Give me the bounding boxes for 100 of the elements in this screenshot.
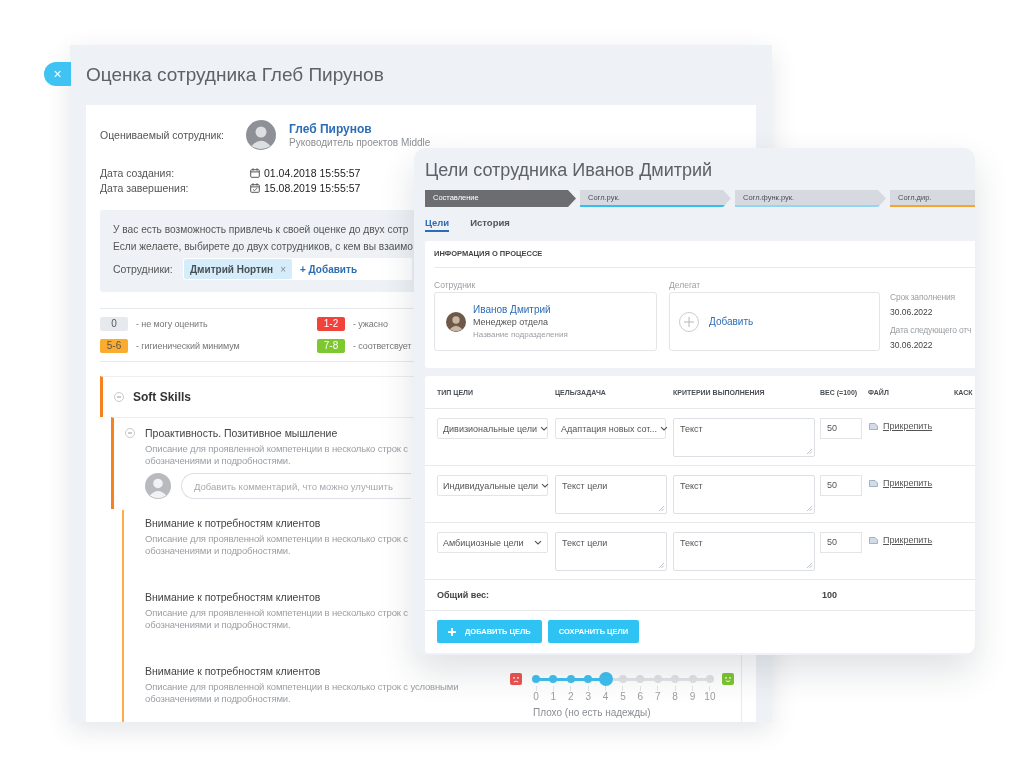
weight-field[interactable]: 50 <box>820 532 862 553</box>
scale-number: 2 <box>568 691 574 703</box>
slider-thumb[interactable] <box>598 672 613 686</box>
criteria-field[interactable]: Текст <box>673 475 815 514</box>
scale-number: 4 <box>602 691 609 703</box>
resize-grip-icon <box>806 562 813 569</box>
score-badge: 0 <box>100 317 128 331</box>
scale-dot-icon <box>636 675 645 683</box>
field-label: Оцениваемый сотрудник: <box>100 129 225 141</box>
window-title: Оценка сотрудника Глеб Пирунов <box>86 63 384 87</box>
chevron-icon <box>541 483 550 488</box>
date-label: Дата следующего отч <box>890 325 972 335</box>
attach-link[interactable]: Прикрепить <box>883 421 933 431</box>
weight-field[interactable]: 50 <box>820 418 862 439</box>
chevron-icon <box>540 426 548 431</box>
invite-message: У вас есть возможность привлечь к своей оценке до двух сотр Если желаете, выбирете до двух сотрудников, с кем вы взаимо <box>113 223 413 254</box>
competency-description: Описание для проявленной компетенции в несколько строк с условными обозначениями и подробностями. <box>145 681 459 705</box>
calendar-icon <box>250 167 260 178</box>
scale-number: 8 <box>672 691 678 703</box>
scale-dot-icon <box>671 675 680 683</box>
goal-type-select[interactable]: Дивизиональные цели <box>437 418 548 439</box>
collapse-icon[interactable] <box>114 392 124 402</box>
resize-grip-icon <box>658 562 665 569</box>
employee-department: Название подразделения <box>473 328 568 341</box>
employee-name-link[interactable]: Иванов Дмитрий <box>473 302 551 316</box>
scale-dot-icon <box>549 675 558 683</box>
weight-field[interactable]: 50 <box>820 475 862 496</box>
add-circle-icon[interactable] <box>679 311 699 332</box>
goal-select[interactable]: Адаптация новых сот... <box>555 418 666 439</box>
date-value: 15.08.2019 15:55:57 <box>264 181 361 194</box>
scale-number: 0 <box>533 691 539 703</box>
tab[interactable]: Цели <box>425 215 450 232</box>
file-icon <box>869 536 878 544</box>
chevron-icon <box>660 426 668 431</box>
competency-title: Внимание к потребностям клиентов <box>145 516 321 530</box>
competency-title: Проактивность. Позитивное мышление <box>145 426 338 440</box>
scale-number: 5 <box>620 691 626 703</box>
score-badge: 7-8 <box>317 339 345 353</box>
section-title: Soft Skills <box>133 390 191 404</box>
scale-dot-icon <box>706 675 714 683</box>
goal-type-select[interactable]: Индивидуальные цели <box>437 475 548 496</box>
date-label: Дата создания: <box>100 166 176 179</box>
competency-description: Описание для проявленной компетенции в несколько строк с обозначениями и подробностями. <box>145 607 408 631</box>
scale-dot-icon <box>688 675 697 683</box>
comment-field[interactable]: Добавить комментарий, что можно улучшить <box>181 473 411 499</box>
attach-link[interactable]: Прикрепить <box>883 535 933 545</box>
scale-number: 9 <box>689 691 696 703</box>
collapse-icon[interactable] <box>125 428 135 438</box>
add-link[interactable]: + Добавить <box>300 263 358 275</box>
scale-number: 3 <box>585 691 591 703</box>
date-value: 30.06.2022 <box>890 340 933 350</box>
employee-role: Руководитель проектов Middle <box>289 136 431 149</box>
employee-position: Менеджер отдела <box>473 315 548 329</box>
scale-number: 6 <box>637 691 644 703</box>
goal-field[interactable]: Текст цели <box>555 532 667 571</box>
competency-title: Внимание к потребностям клиентов <box>145 664 321 678</box>
rating-caption: Плохо (но есть надежды) <box>533 707 651 718</box>
date-label: Срок заполнения <box>890 292 955 302</box>
scale-dot-icon <box>619 675 627 683</box>
field-label: Делегат <box>669 280 702 290</box>
scale-dot-icon <box>532 675 540 683</box>
scale-number: 1 <box>550 691 557 703</box>
goal-field[interactable]: Текст цели <box>555 475 667 514</box>
happy-face-icon <box>722 673 734 685</box>
resize-grip-icon <box>806 448 813 455</box>
scale-dot-icon <box>653 675 662 683</box>
goal-type-select[interactable]: Амбициозные цели <box>437 532 548 553</box>
legend-label: - не могу оценить <box>136 319 208 329</box>
total-value: 100 <box>821 590 838 600</box>
field-label: Сотрудники: <box>113 263 174 275</box>
add-delegate-link[interactable]: Добавить <box>709 316 754 327</box>
employee-name: Дмитрий Нортин <box>190 263 274 275</box>
window-title: Цели сотрудника Иванов Дмитрий <box>425 159 713 182</box>
competency-title: Внимание к потребностям клиентов <box>145 590 321 604</box>
scale-dot-icon <box>584 675 593 683</box>
avatar-icon <box>145 473 171 499</box>
resize-grip-icon <box>806 505 813 512</box>
legend-label: - соответсвует <box>353 341 412 351</box>
chevron-icon <box>534 540 542 545</box>
date-label: Дата завершения: <box>100 181 190 194</box>
field-label: Сотрудник <box>434 280 477 290</box>
date-value: 01.04.2018 15:55:57 <box>264 166 361 179</box>
employees-field[interactable]: Дмитрий Нортин × + Добавить <box>183 258 412 280</box>
tab[interactable]: История <box>470 215 510 232</box>
scale-number: 10 <box>704 691 716 703</box>
attach-link[interactable]: Прикрепить <box>883 478 933 488</box>
date-value: 30.06.2022 <box>890 307 933 317</box>
plus-icon <box>448 627 456 636</box>
sad-face-icon <box>510 673 522 685</box>
employee-name-link[interactable]: Глеб Пирунов <box>289 121 372 137</box>
file-icon <box>869 479 878 487</box>
score-badge: 5-6 <box>100 339 128 353</box>
calendar-check-icon <box>250 182 260 193</box>
legend-label: - ужасно <box>353 319 388 329</box>
criteria-field[interactable]: Текст <box>673 532 815 571</box>
avatar-icon <box>446 311 466 332</box>
total-label: Общий вес: <box>437 590 490 600</box>
criteria-field[interactable]: Текст <box>673 418 815 457</box>
scale-number: 7 <box>654 691 661 703</box>
legend-label: - гигиенический минимум <box>136 341 240 351</box>
